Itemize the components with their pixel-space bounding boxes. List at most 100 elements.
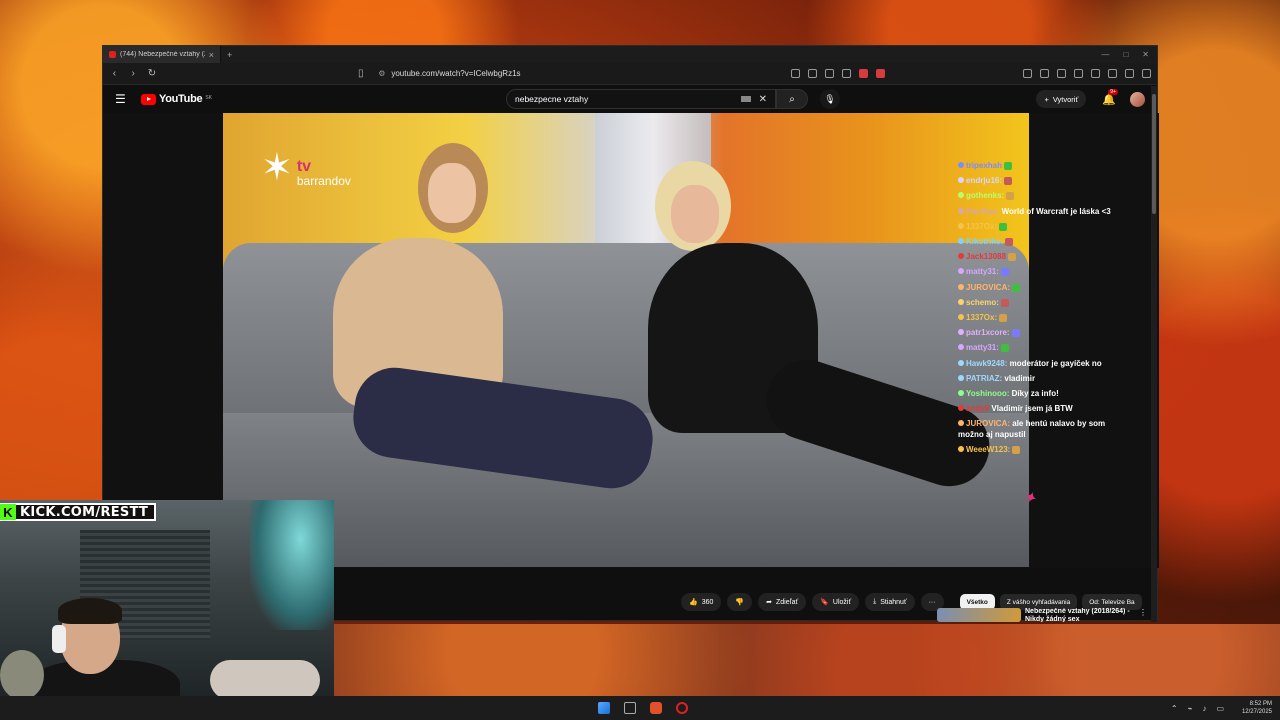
chat-username[interactable]: Kikotriko:	[966, 237, 1003, 246]
sidebar-icon[interactable]	[1040, 69, 1049, 78]
chat-username[interactable]: 1337Ox:	[966, 222, 997, 231]
url-field[interactable]: ⚙ youtube.com/watch?v=ICelwbgRz1s	[378, 69, 783, 78]
kick-channel-badge: K KICK.COM/RESTT	[0, 503, 157, 521]
chat-username[interactable]: WeeeW123:	[966, 445, 1010, 454]
clear-search-icon[interactable]: ✕	[759, 94, 767, 105]
star-icon: ✶	[261, 147, 293, 189]
chat-username[interactable]: tripexhah	[966, 161, 1002, 170]
pillow	[210, 660, 320, 700]
tab-youtube[interactable]: (744) Nebezpečné vztahy (20 ×	[103, 46, 221, 63]
forward-icon[interactable]: ›	[128, 68, 139, 79]
search-input[interactable]: nebezpecne vztahy ✕	[506, 89, 776, 109]
search-value: nebezpecne vztahy	[515, 94, 589, 104]
chat-username[interactable]: Ebolkaa:	[966, 207, 999, 216]
search-button[interactable]: ⌕	[776, 89, 808, 109]
new-tab-button[interactable]: +	[227, 50, 232, 60]
teal-lamp-light	[250, 500, 334, 630]
taskbar-clock[interactable]: 8:52 PM 12/27/2025	[1242, 700, 1272, 716]
extension-icon[interactable]	[1023, 69, 1032, 78]
chat-username[interactable]: matty31:	[966, 267, 999, 276]
dislike-button[interactable]: 👎	[727, 593, 753, 611]
chat-message: endrju16:	[958, 173, 1128, 188]
more-vert-icon[interactable]: ⋮	[1139, 608, 1147, 622]
recommended-title[interactable]: Nebezpečné vztahy (2018/264) - Nikdy žád…	[1025, 608, 1135, 622]
chat-emote-icon	[1005, 237, 1014, 246]
chat-username[interactable]: endrju16:	[966, 176, 1002, 185]
chat-text: Díky za info!	[1011, 389, 1059, 399]
chat-username[interactable]: Yoshinooo:	[966, 389, 1009, 398]
download-button[interactable]: ⤓ Stiahnuť	[865, 593, 915, 611]
chat-emote-icon	[999, 222, 1008, 231]
notifications-button[interactable]: 🔔 9+	[1102, 88, 1118, 106]
recommended-video[interactable]: Nebezpečné vztahy (2018/264) - Nikdy žád…	[937, 608, 1147, 622]
cast-icon[interactable]	[791, 69, 800, 78]
brave-browser-icon[interactable]	[650, 702, 662, 714]
chat-badge-icon	[958, 374, 964, 381]
back-icon[interactable]: ‹	[109, 68, 120, 79]
scrollbar-thumb[interactable]	[1152, 94, 1156, 214]
chat-username[interactable]: JUROVICA:	[966, 419, 1010, 428]
terminal-icon[interactable]	[624, 702, 636, 714]
maximize-icon[interactable]: □	[1123, 50, 1128, 59]
minimize-icon[interactable]: —	[1101, 50, 1109, 59]
address-bar: ‹ › ↻ ▯ ⚙ youtube.com/watch?v=ICelwbgRz1…	[103, 63, 1157, 85]
recommended-thumbnail[interactable]	[937, 608, 1021, 622]
chat-badge-icon	[958, 420, 964, 427]
translate-icon[interactable]	[808, 69, 817, 78]
zoom-icon[interactable]	[842, 69, 851, 78]
share-page-icon[interactable]	[825, 69, 834, 78]
like-button[interactable]: 👍 360	[681, 593, 722, 611]
network-icon[interactable]: ⌁	[1188, 704, 1193, 713]
chat-username[interactable]: andy9	[966, 404, 989, 413]
save-button[interactable]: 🔖 Uložiť	[812, 593, 860, 611]
battery-icon[interactable]: ▭	[1216, 704, 1224, 713]
opera-icon[interactable]	[676, 702, 688, 714]
avatar[interactable]	[1130, 91, 1145, 107]
tray-chevron-icon[interactable]: ⌃	[1171, 704, 1178, 713]
chat-message: Jack13088	[958, 249, 1128, 264]
brave-rewards-icon[interactable]	[876, 69, 885, 78]
chat-username[interactable]: PATRIAZ:	[966, 374, 1002, 383]
chat-username[interactable]: matty31:	[966, 343, 999, 352]
chat-badge-icon	[958, 268, 964, 275]
share-icon: ➦	[766, 599, 772, 606]
youtube-favicon-icon	[109, 51, 116, 58]
chat-username[interactable]: Jack13088	[966, 252, 1006, 261]
hamburger-menu-icon[interactable]: ☰	[115, 92, 133, 106]
chat-message: schemo:	[958, 295, 1128, 310]
reload-icon[interactable]: ↻	[147, 68, 158, 79]
youtube-logo[interactable]: YouTube SK	[141, 93, 212, 105]
downloads-icon[interactable]	[1074, 69, 1083, 78]
chat-username[interactable]: patr1xcore:	[966, 328, 1010, 337]
media-icon[interactable]	[1057, 69, 1066, 78]
ai-icon[interactable]	[1125, 69, 1134, 78]
brave-shield-icon[interactable]	[859, 69, 868, 78]
speaker-icon[interactable]: ♪	[1202, 704, 1206, 713]
bookmark-icon[interactable]: ▯	[355, 68, 366, 79]
wallet-icon[interactable]	[1091, 69, 1100, 78]
windows-start-icon[interactable]	[598, 702, 610, 714]
chat-message: Kikotriko:	[958, 234, 1128, 249]
notification-badge: 9+	[1108, 88, 1118, 95]
chat-emote-icon	[1006, 192, 1015, 201]
chat-username[interactable]: JUROVICA:	[966, 283, 1010, 292]
chat-emote-icon	[1004, 177, 1013, 186]
tab-close-icon[interactable]: ×	[209, 50, 214, 60]
create-button[interactable]: + Vytvoriť	[1036, 90, 1087, 108]
chat-username[interactable]: gothenks:	[966, 191, 1004, 200]
video-player[interactable]: ✶ tv barrandov	[223, 113, 1029, 567]
site-info-icon[interactable]: ⚙	[378, 69, 385, 78]
vpn-icon[interactable]	[1108, 69, 1117, 78]
more-horiz-icon: ···	[928, 598, 936, 606]
chat-username[interactable]: Hawk9248:	[966, 359, 1007, 368]
menu-icon[interactable]	[1142, 69, 1151, 78]
share-button[interactable]: ➦ Zdieľať	[758, 593, 807, 611]
chat-badge-icon	[958, 344, 964, 351]
voice-search-button[interactable]: 🎙	[820, 89, 840, 109]
chat-username[interactable]: schemo:	[966, 298, 999, 307]
chat-username[interactable]: 1337Ox:	[966, 313, 997, 322]
close-window-icon[interactable]: ✕	[1142, 50, 1149, 59]
logo-line-barrandov: barrandov	[296, 174, 351, 188]
keyboard-icon[interactable]	[740, 96, 751, 102]
chat-badge-icon	[958, 405, 964, 412]
